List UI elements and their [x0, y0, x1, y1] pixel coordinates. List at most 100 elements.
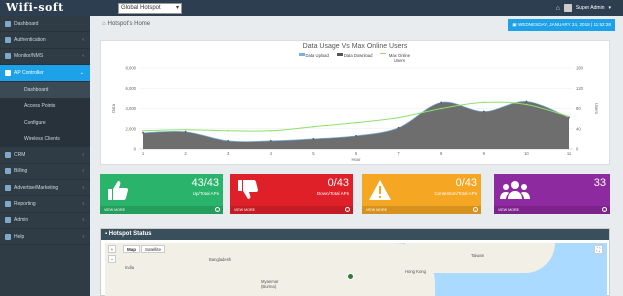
data-point-users: [525, 103, 528, 106]
sidebar-item-help[interactable]: Help ‹: [0, 229, 90, 246]
stat-cards: 43/43 Up/Total APs VIEW MORE › 0/43 Down/…: [100, 174, 610, 214]
chevron-right-icon: ‹: [82, 233, 84, 240]
chevron-right-icon: ‹: [82, 168, 84, 175]
data-point-download: [482, 110, 485, 113]
chart-title: Data Usage Vs Max Online Users: [302, 43, 408, 50]
card-footer[interactable]: VIEW MORE ›: [230, 206, 353, 214]
sidebar-item-label: AP Controller: [14, 69, 44, 76]
sidebar-item-label: Help: [14, 233, 25, 240]
legend-item-upload[interactable]: Data Upload: [298, 53, 329, 63]
hotspot-marker[interactable]: [347, 273, 354, 280]
thumbs-down-icon: [238, 180, 258, 199]
cloud-icon: [5, 69, 11, 76]
breadcrumb-label: Hotspot's Home: [107, 21, 151, 27]
home-icon[interactable]: ⌂: [102, 21, 106, 27]
card-footer[interactable]: VIEW MORE ›: [362, 206, 481, 214]
data-point-users: [270, 129, 272, 132]
x-axis-label: Hour: [351, 157, 361, 162]
card-up-aps[interactable]: 43/43 Up/Total APs VIEW MORE ›: [100, 174, 223, 214]
x-tick-label: 11: [567, 151, 572, 156]
zoom-in-button[interactable]: +: [108, 245, 116, 253]
view-more-link[interactable]: VIEW MORE: [366, 208, 387, 212]
tab-map[interactable]: Map: [123, 245, 140, 253]
sidebar-item-crm[interactable]: CRM ‹: [0, 147, 90, 164]
legend-swatch: [336, 53, 343, 56]
arrow-right-icon: ›: [345, 207, 350, 212]
sidebar-item-authentication[interactable]: Authentication ‹: [0, 32, 90, 49]
chevron-right-icon: ‹: [82, 217, 84, 224]
card-down-aps[interactable]: 0/43 Down/Total APs VIEW MORE ›: [230, 174, 353, 214]
y2-tick-label: 40: [576, 126, 581, 131]
chevron-right-icon: ‹: [82, 37, 84, 44]
home-icon[interactable]: ⌂: [556, 5, 560, 12]
x-tick-label: 1: [142, 151, 145, 156]
site-select[interactable]: Global Hotspot ▾: [118, 3, 182, 14]
legend-label: Data Upload: [305, 53, 329, 58]
view-more-link[interactable]: VIEW MORE: [104, 208, 125, 212]
chart-legend: Data Upload Data Download Max Online Use…: [101, 53, 609, 63]
app-logo: Wifi-soft: [6, 1, 64, 14]
x-tick-label: 2: [184, 151, 187, 156]
card-contention-aps[interactable]: 0/43 Contention/Total APs VIEW MORE ›: [362, 174, 481, 214]
zoom-out-button[interactable]: −: [108, 255, 116, 263]
y2-axis-label: Users: [594, 103, 599, 114]
card-footer[interactable]: VIEW MORE ›: [494, 206, 610, 214]
sidebar-item-label: Reporting: [14, 200, 36, 207]
user-name: Super Admin: [575, 5, 605, 11]
sidebar-item-ap-controller[interactable]: AP Controller ⌄: [0, 65, 90, 82]
sidebar-subitem-label: Wireless Clients: [24, 135, 60, 142]
sidebar-item-dashboard[interactable]: Dashboard: [0, 16, 90, 33]
card-label: Contention/Total APs: [434, 191, 477, 196]
user-menu[interactable]: ⌂ Super Admin ▾: [556, 4, 611, 12]
card-footer[interactable]: VIEW MORE ›: [100, 206, 223, 214]
sidebar-item-label: Monitor/NMS: [14, 53, 44, 60]
sidebar-subitem-label: Dashboard: [24, 86, 49, 93]
y-tick-label: 4,000: [126, 106, 137, 111]
map[interactable]: + − Map Satellite ⛶ Bangladesh India Mya…: [105, 243, 607, 296]
sidebar-item-reporting[interactable]: Reporting ‹: [0, 196, 90, 213]
data-point-users: [227, 129, 229, 132]
chevron-down-icon: ▾: [175, 5, 179, 11]
fullscreen-button[interactable]: ⛶: [594, 245, 603, 254]
sidebar-item-advertise[interactable]: Advertise/Marketing ‹: [0, 180, 90, 197]
sidebar-item-monitor[interactable]: Monitor/NMS ‹: [0, 49, 90, 66]
x-tick-label: 7: [397, 151, 400, 156]
tab-satellite[interactable]: Satellite: [141, 245, 166, 253]
sidebar-item-admin[interactable]: Admin ‹: [0, 213, 90, 230]
arrow-right-icon: ›: [602, 207, 607, 212]
card-users[interactable]: 33 VIEW MORE ›: [494, 174, 610, 214]
sidebar-subitem-access-points[interactable]: Access Points: [0, 97, 90, 115]
chevron-down-icon: ⌄: [79, 69, 84, 76]
x-tick-label: 5: [312, 151, 315, 156]
sidebar-subitem-label: Configure: [24, 119, 46, 126]
view-more-link[interactable]: VIEW MORE: [234, 208, 255, 212]
card-label: Up/Total APs: [192, 191, 219, 196]
y2-tick-label: 160: [576, 66, 584, 71]
chevron-right-icon: ‹: [82, 200, 84, 207]
top-bar: Wifi-soft Global Hotspot ▾ ⌂ Super Admin…: [0, 0, 623, 16]
sidebar-subitem-dashboard[interactable]: Dashboard: [0, 81, 90, 98]
sidebar-subitem-wireless-clients[interactable]: Wireless Clients: [0, 130, 90, 148]
crm-icon: [5, 151, 11, 158]
chevron-right-icon: ‹: [82, 53, 84, 60]
sidebar-subitem-label: Access Points: [24, 103, 56, 110]
view-more-link[interactable]: VIEW MORE: [498, 208, 519, 212]
help-icon: [5, 233, 11, 240]
card-value: 0/43: [455, 177, 477, 189]
legend-item-users[interactable]: Max Online Users: [380, 53, 411, 63]
legend-item-download[interactable]: Data Download: [336, 53, 372, 63]
map-label: Taiwan: [471, 253, 485, 258]
data-point-download: [184, 130, 187, 133]
data-point-users: [440, 107, 443, 110]
sidebar-item-label: Admin: [14, 217, 29, 224]
sidebar-subitem-configure[interactable]: Configure: [0, 114, 90, 131]
data-point-download: [525, 100, 528, 103]
y-tick-label: 0: [134, 147, 137, 152]
y-tick-label: 8,000: [126, 66, 137, 71]
x-tick-label: 8: [440, 151, 443, 156]
data-point-download: [142, 131, 144, 134]
data-point-users: [568, 115, 570, 118]
sidebar-item-billing[interactable]: Billing ‹: [0, 164, 90, 180]
y-tick-label: 6,000: [126, 86, 137, 91]
billing-icon: [5, 168, 11, 175]
